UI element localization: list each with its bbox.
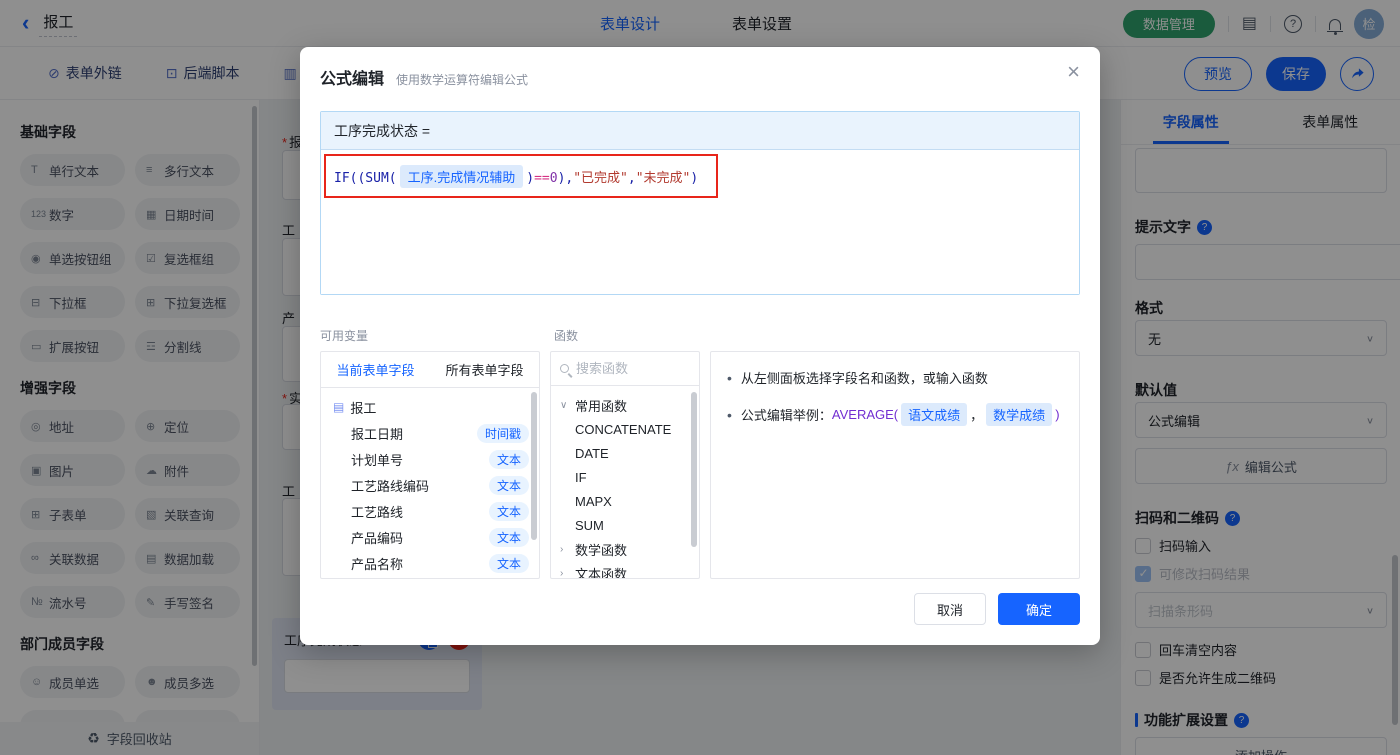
- function-tree: ∨ 常用函数 CONCATENATE DATE IF MAPX SUM › 数学函数…: [551, 386, 699, 579]
- formula-paren: ): [690, 170, 699, 186]
- example-field-chip: 数学成绩: [986, 403, 1053, 426]
- search-icon: [560, 364, 569, 373]
- modal-title: 公式编辑: [320, 71, 385, 88]
- type-badge: 文本: [488, 527, 529, 547]
- type-badge: 文本: [488, 475, 529, 495]
- formula-operator: ==: [534, 170, 550, 186]
- formula-paren: ),: [557, 170, 574, 186]
- hints-panel: • 从左侧面板选择字段名和函数，或输入函数 • 公式编辑举例： AVERAGE(…: [710, 351, 1080, 579]
- chevron-down-icon: ∨: [560, 399, 568, 411]
- modal-footer: 取消 确定: [914, 593, 1080, 625]
- formula-editor-modal: 公式编辑 使用数学运算符编辑公式 × 工序完成状态 = IF((SUM(工序.完…: [300, 47, 1100, 645]
- function-item[interactable]: SUM: [551, 513, 699, 537]
- formula-expression[interactable]: IF((SUM(工序.完成情况辅助)==0),"已完成","未完成"): [334, 164, 699, 188]
- variable-root-label: 报工: [350, 400, 377, 416]
- app-root: ‹ 报工 表单设计 表单设置 数据管理 ▤ ? 检 ⊘ 表单外链 ⊡ 后端脚本 …: [0, 0, 1400, 755]
- functions-label: 函数: [554, 329, 579, 343]
- tab-current-form-fields[interactable]: 当前表单字段: [321, 352, 430, 387]
- modal-subtitle: 使用数学运算符编辑公式: [396, 73, 529, 87]
- variables-scrollbar[interactable]: [531, 392, 537, 540]
- type-badge: 文本: [488, 501, 529, 521]
- variables-list: ▤ 报工 报工日期 时间戳 计划单号 文本 工艺路线编码 文本 工艺路线 文本 产品编码…: [321, 388, 539, 578]
- modal-header: 公式编辑 使用数学运算符编辑公式: [300, 47, 1100, 89]
- type-badge: 文本: [488, 553, 529, 573]
- type-badge: 时间戳: [476, 423, 529, 443]
- bullet-icon: •: [727, 406, 732, 423]
- example-field-chip: 语文成绩: [901, 403, 968, 426]
- functions-panel: ∨常用函数 CONCATENATE DATE IF MAPX SUM ›数学函数…: [550, 351, 700, 579]
- variable-item[interactable]: 计划单号 文本: [321, 446, 539, 472]
- formula-paren: ): [526, 170, 535, 186]
- close-icon[interactable]: ×: [1067, 61, 1080, 83]
- formula-annotation-box: IF((SUM(工序.完成情况辅助)==0),"已完成","未完成"): [324, 154, 718, 198]
- example-separator: ，: [970, 408, 984, 423]
- function-item[interactable]: DATE: [551, 441, 699, 465]
- chevron-right-icon: ›: [560, 543, 564, 555]
- variable-item[interactable]: 报工日期 时间戳: [321, 420, 539, 446]
- hint-line-1: • 从左侧面板选择字段名和函数，或输入函数: [727, 369, 988, 387]
- chevron-right-icon: ›: [560, 567, 564, 579]
- function-item[interactable]: CONCATENATE: [551, 417, 699, 441]
- example-function: AVERAGE(: [831, 407, 899, 422]
- formula-string: "已完成": [573, 170, 628, 186]
- formula-editor-area[interactable]: IF((SUM(工序.完成情况辅助)==0),"已完成","未完成"): [321, 150, 1079, 294]
- variable-root-node[interactable]: ▤ 报工: [321, 394, 539, 420]
- function-item[interactable]: IF: [551, 465, 699, 489]
- variable-item[interactable]: 工艺路线编码 文本: [321, 472, 539, 498]
- modal-columns: 可用变量 函数 当前表单字段 所有表单字段 ▤ 报工 报工日期 时间戳 计划单号…: [320, 327, 1080, 579]
- field-variable-chip[interactable]: 工序.完成情况辅助: [399, 164, 524, 188]
- formula-function: IF((SUM(: [334, 170, 397, 186]
- formula-target: 工序完成状态 =: [321, 112, 1079, 150]
- confirm-button[interactable]: 确定: [998, 593, 1080, 625]
- cancel-button[interactable]: 取消: [914, 593, 986, 625]
- formula-box: 工序完成状态 = IF((SUM(工序.完成情况辅助)==0),"已完成","未…: [320, 111, 1080, 295]
- variables-tabs: 当前表单字段 所有表单字段: [321, 352, 539, 388]
- type-badge: 文本: [488, 449, 529, 469]
- formula-string: "未完成": [635, 170, 691, 186]
- hint-line-2: • 公式编辑举例： AVERAGE( 语文成绩 ， 数学成绩 ): [727, 403, 1063, 426]
- variables-panel: 当前表单字段 所有表单字段 ▤ 报工 报工日期 时间戳 计划单号 文本 工艺路线编码…: [320, 351, 540, 579]
- form-doc-icon: ▤: [333, 400, 345, 414]
- function-group-math[interactable]: › 数学函数: [551, 537, 699, 561]
- formula-comma: ,: [627, 170, 636, 186]
- function-search: [551, 352, 699, 386]
- variables-label: 可用变量: [320, 329, 369, 343]
- formula-number: 0: [549, 170, 558, 186]
- bullet-icon: •: [727, 369, 732, 386]
- functions-scrollbar[interactable]: [691, 392, 697, 547]
- variable-item[interactable]: 工艺路线 文本: [321, 498, 539, 524]
- variable-item[interactable]: 产品名称 文本: [321, 550, 539, 576]
- function-group-common[interactable]: ∨ 常用函数: [551, 393, 699, 417]
- function-item[interactable]: MAPX: [551, 489, 699, 513]
- function-search-input[interactable]: [576, 361, 690, 376]
- example-paren: ): [1055, 407, 1060, 422]
- variable-item[interactable]: 产品编码 文本: [321, 524, 539, 550]
- function-group-text[interactable]: › 文本函数: [551, 561, 699, 579]
- tab-all-form-fields[interactable]: 所有表单字段: [430, 352, 539, 387]
